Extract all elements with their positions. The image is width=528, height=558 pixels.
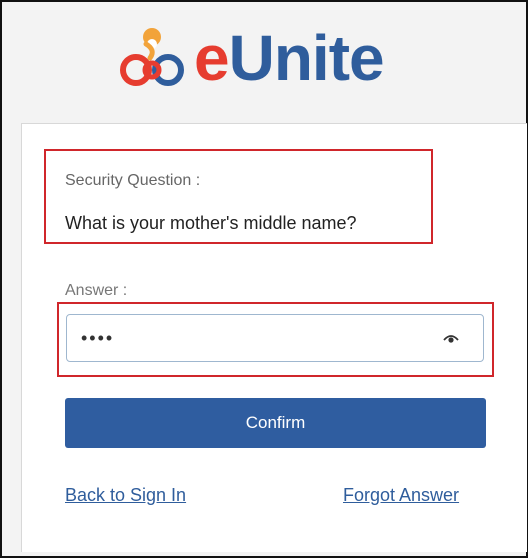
security-question-text: What is your mother's middle name? (65, 213, 357, 233)
interlinked-circles-logo-icon (120, 28, 184, 86)
answer-input[interactable] (81, 315, 421, 361)
brand-wordmark-prefix: e (194, 22, 230, 94)
forgot-answer-link[interactable]: Forgot Answer (343, 485, 459, 506)
brand-wordmark-suffix: Unite (228, 22, 385, 94)
eye-icon[interactable] (443, 332, 459, 344)
security-question-label: Security Question : (65, 172, 201, 189)
brand-wordmark: eUnite (194, 26, 385, 90)
brand-logo: eUnite (116, 8, 446, 108)
confirm-button[interactable]: Confirm (65, 398, 486, 448)
answer-label: Answer : (65, 282, 128, 299)
answer-field (66, 314, 484, 362)
back-to-sign-in-link[interactable]: Back to Sign In (65, 485, 186, 506)
